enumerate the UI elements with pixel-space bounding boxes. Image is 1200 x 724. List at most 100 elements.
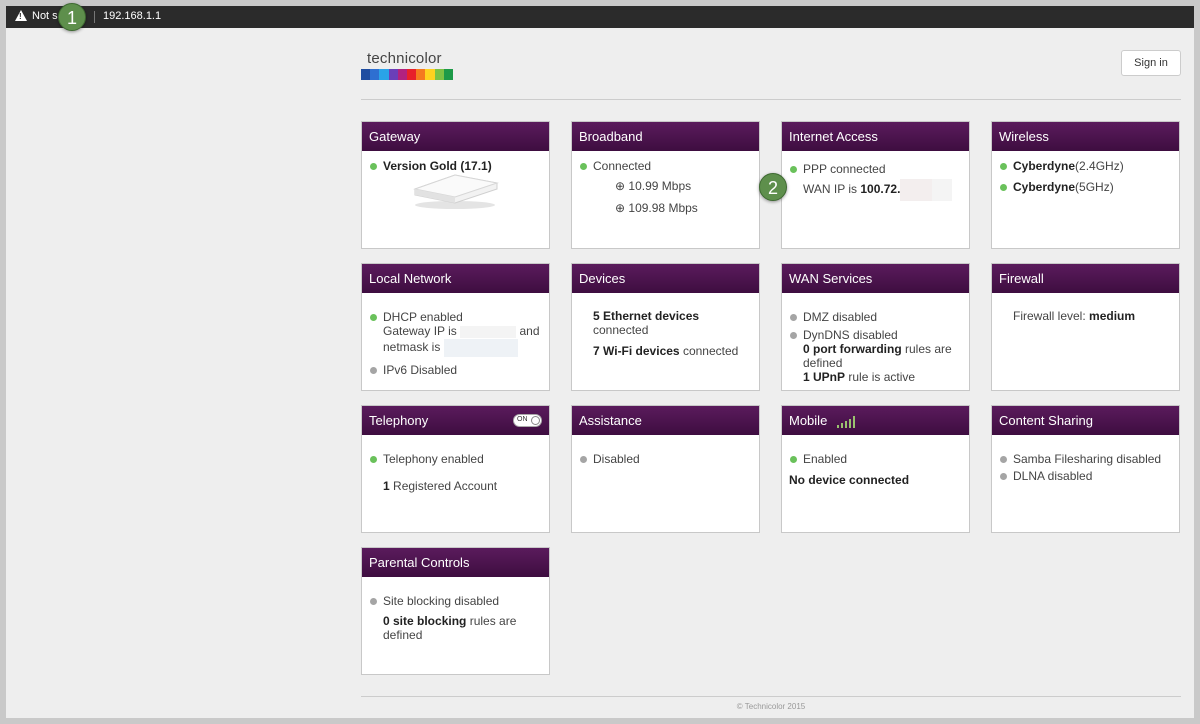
gateway-ip-line: Gateway IP is and (383, 324, 540, 338)
status-line: PPP connected (789, 162, 962, 176)
logo-stripe-segment (388, 69, 398, 80)
card-title[interactable]: Local Network (362, 264, 549, 293)
card-title[interactable]: Devices (572, 264, 759, 293)
logo-stripe-segment (443, 69, 454, 80)
logo-color-stripe (361, 69, 454, 80)
card-title[interactable]: Telephony ON (362, 406, 549, 435)
status-dot-icon (1000, 163, 1007, 170)
footer-copyright: © Technicolor 2015 (736, 702, 806, 711)
upnp-line: 1 UPnP rule is active (803, 370, 916, 384)
netmask-line: netmask is (369, 339, 542, 357)
upload-arrow-icon: ⊕ (615, 201, 626, 215)
card-title[interactable]: Internet Access (782, 122, 969, 151)
parental-controls-card[interactable]: Parental Controls Site blocking disabled… (361, 547, 550, 675)
ssid-line: Cyberdyne(2.4GHz) (999, 159, 1172, 173)
logo-wordmark: technicolor (367, 50, 442, 67)
devices-card[interactable]: Devices 5 Ethernet devices connected 7 W… (571, 263, 760, 391)
firewall-level-line: Firewall level: medium (1013, 309, 1136, 323)
status-dot-icon (790, 166, 797, 173)
firewall-card[interactable]: Firewall Firewall level: medium (991, 263, 1180, 391)
status-line: Telephony enabled (369, 452, 542, 466)
status-dot-icon (790, 314, 797, 321)
local-network-card[interactable]: Local Network DHCP enabled Gateway IP is… (361, 263, 550, 391)
samba-line: Samba Filesharing disabled (999, 452, 1172, 466)
card-title[interactable]: WAN Services (782, 264, 969, 293)
header-divider (361, 99, 1181, 100)
router-image-icon (413, 174, 499, 209)
status-dot-icon (790, 332, 797, 339)
logo-stripe-segment (361, 69, 371, 80)
wan-ip-line: WAN IP is 100.72. (789, 179, 962, 201)
wireless-card[interactable]: Wireless Cyberdyne(2.4GHz) Cyberdyne(5GH… (991, 121, 1180, 249)
ssid-line: Cyberdyne(5GHz) (999, 180, 1172, 194)
card-title[interactable]: Wireless (992, 122, 1179, 151)
logo-stripe-segment (416, 69, 426, 80)
accounts-line: 1 Registered Account (383, 479, 498, 493)
logo-stripe-segment (407, 69, 417, 80)
status-line: Disabled (579, 452, 752, 466)
broadband-card[interactable]: Broadband Connected ⊕ 10.99 Mbps ⊕ 109.9… (571, 121, 760, 249)
logo-stripe-segment (370, 69, 380, 80)
ipv6-line: IPv6 Disabled (369, 363, 542, 377)
logo-stripe-segment (397, 69, 408, 80)
redacted-block (900, 179, 933, 201)
assistance-card[interactable]: Assistance Disabled (571, 405, 760, 533)
status-dot-icon (370, 314, 377, 321)
download-arrow-icon: ⊕ (615, 179, 626, 193)
status-dot-icon (580, 456, 587, 463)
ethernet-devices-line: 5 Ethernet devices connected (593, 309, 700, 337)
status-dot-icon (1000, 456, 1007, 463)
status-line: Enabled (789, 452, 962, 466)
blocking-rules-line: 0 site blocking rules are defined (383, 614, 517, 642)
redacted-block (460, 325, 517, 338)
logo-stripe-segment (425, 69, 435, 80)
url-text[interactable]: 192.168.1.1 (103, 10, 161, 22)
wan-services-card[interactable]: WAN Services DMZ disabled DynDNS disable… (781, 263, 970, 391)
port-forwarding-line: 0 port forwarding rules are defined (803, 342, 952, 370)
mobile-card[interactable]: Mobile Enabled No device connected (781, 405, 970, 533)
status-dot-icon (370, 163, 377, 170)
security-label[interactable]: Not s (32, 10, 58, 22)
status-dot-icon (370, 598, 377, 605)
annotation-badge-2: 2 (759, 173, 787, 201)
address-divider (94, 11, 95, 23)
telephony-toggle[interactable]: ON (513, 414, 542, 427)
internet-access-card[interactable]: Internet Access PPP connected WAN IP is … (781, 121, 970, 249)
wifi-devices-line: 7 Wi-Fi devices connected (593, 344, 739, 358)
card-title[interactable]: Firewall (992, 264, 1179, 293)
device-line: No device connected (789, 473, 910, 487)
upload-speed: ⊕ 109.98 Mbps (615, 201, 698, 215)
dmz-line: DMZ disabled (789, 310, 962, 324)
technicolor-logo[interactable]: technicolor (361, 50, 454, 80)
gateway-card[interactable]: Gateway Version Gold (17.1) (361, 121, 550, 249)
content-sharing-card[interactable]: Content Sharing Samba Filesharing disabl… (991, 405, 1180, 533)
card-title[interactable]: Mobile (782, 406, 969, 435)
warning-icon[interactable] (15, 10, 27, 21)
card-title[interactable]: Broadband (572, 122, 759, 151)
signal-strength-icon (836, 415, 855, 428)
sign-in-button[interactable]: Sign in (1121, 50, 1181, 76)
dlna-line: DLNA disabled (999, 469, 1172, 483)
logo-stripe-segment (434, 69, 444, 80)
card-title[interactable]: Parental Controls (362, 548, 549, 577)
status-dot-icon (580, 163, 587, 170)
download-speed: ⊕ 10.99 Mbps (615, 179, 692, 193)
dyndns-line: DynDNS disabled (789, 328, 962, 342)
card-title[interactable]: Assistance (572, 406, 759, 435)
card-title[interactable]: Content Sharing (992, 406, 1179, 435)
status-line: Connected (579, 159, 752, 173)
card-title[interactable]: Gateway (362, 122, 549, 151)
annotation-badge-1: 1 (58, 3, 86, 31)
status-dot-icon (790, 456, 797, 463)
telephony-card[interactable]: Telephony ON Telephony enabled 1 Registe… (361, 405, 550, 533)
status-dot-icon (1000, 473, 1007, 480)
address-bar[interactable]: Not s 192.168.1.1 (6, 6, 1194, 28)
status-dot-icon (370, 367, 377, 374)
status-dot-icon (370, 456, 377, 463)
status-dot-icon (1000, 184, 1007, 191)
status-line: Site blocking disabled (369, 594, 542, 608)
footer-divider (361, 696, 1181, 697)
status-line: DHCP enabled (369, 310, 542, 324)
logo-stripe-segment (379, 69, 389, 80)
redacted-block (443, 339, 518, 357)
